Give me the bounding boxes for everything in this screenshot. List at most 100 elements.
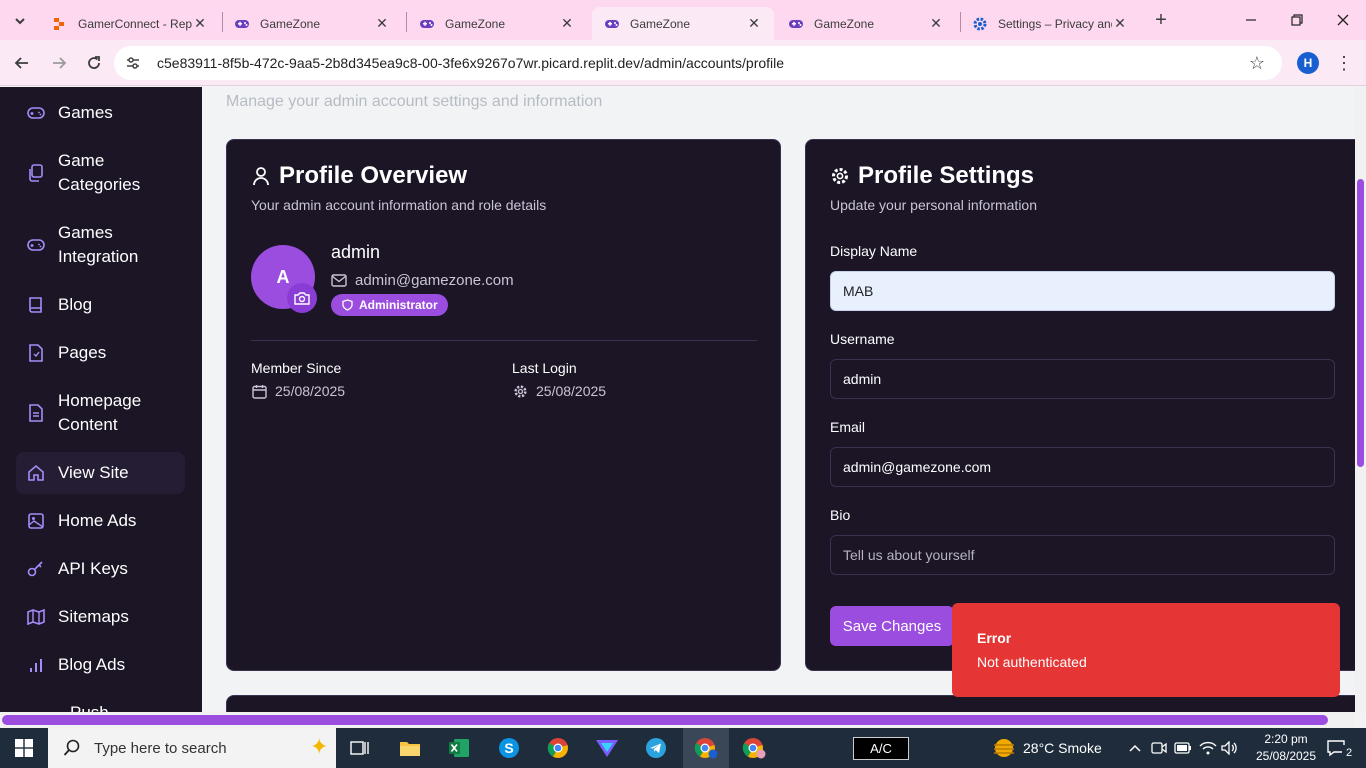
sidebar-item-blog-ads[interactable]: Blog Ads [16,653,185,677]
sidebar-item-blog[interactable]: Blog [16,293,185,317]
sidebar-item-label: Blog Ads [58,655,126,674]
clock-date: 25/08/2025 [1255,749,1317,763]
address-bar[interactable]: c5e83911-8f5b-472c-9aa5-2b8d345ea9c8-00-… [114,46,1282,80]
close-tab-icon[interactable]: ✕ [746,15,762,32]
copy-icon [26,163,46,183]
meet-now-icon[interactable] [1149,738,1169,758]
battery-icon[interactable] [1173,738,1193,758]
save-changes-button[interactable]: Save Changes [830,606,954,646]
close-tab-icon[interactable]: ✕ [559,15,575,32]
last-login-text: 25/08/2025 [536,383,607,399]
role-badge-text: Administrator [359,298,438,312]
tab-title: GameZone [630,16,691,31]
new-tab-button[interactable]: + [1150,9,1172,31]
wifi-icon[interactable] [1198,738,1218,758]
browser-menu-icon[interactable]: ⋮ [1332,50,1356,76]
forward-button[interactable] [44,48,74,78]
browser-tab-5[interactable]: GameZone ✕ [776,7,956,40]
tab-title: GameZone [445,16,506,31]
book-icon [26,295,46,315]
minimize-button[interactable] [1228,0,1274,40]
bar-chart-icon [26,655,46,675]
chrome-icon[interactable] [538,732,578,764]
change-avatar-button[interactable] [287,283,317,313]
user-icon [251,166,271,186]
email-field[interactable]: admin@gamezone.com [830,447,1335,487]
restore-button[interactable] [1274,0,1320,40]
browser-tab-1[interactable]: GamerConnect - Repl ✕ [40,7,220,40]
card-title-text: Profile Overview [279,162,468,189]
profile-avatar[interactable]: H [1297,52,1319,74]
vertical-scrollbar[interactable] [1355,87,1366,712]
gamepad-icon [788,16,804,32]
vertical-scrollbar-thumb[interactable] [1357,179,1364,467]
sidebar-item-homepage-content[interactable]: Homepage Content [16,389,185,437]
sidebar-item-games-integration[interactable]: Games Integration [16,221,185,269]
tab-title: Settings – Privacy and [998,16,1112,31]
sidebar-item-label: Games Integration [58,223,139,266]
error-toast[interactable]: Error Not authenticated [952,603,1340,697]
bio-field[interactable]: Tell us about yourself [830,535,1335,575]
excel-icon[interactable] [439,732,479,764]
sidebar-item-push[interactable]: Push [16,701,185,712]
browser-tab-4-active[interactable]: GameZone ✕ [592,7,774,40]
sparkle-icon: ✦ [310,734,329,759]
notification-count: 2 [1342,745,1356,761]
username-label: Username [830,331,895,347]
sidebar-item-home-ads[interactable]: Home Ads [16,509,185,533]
bio-label: Bio [830,507,851,523]
close-tab-icon[interactable]: ✕ [192,15,208,32]
telegram-icon[interactable] [636,732,676,764]
toast-message: Not authenticated [977,654,1087,670]
page-subtitle: Manage your admin account settings and i… [226,93,603,110]
skype-icon[interactable]: S [489,732,529,764]
image-icon [26,511,46,531]
horizontal-scrollbar[interactable] [0,712,1355,728]
browser-tab-2[interactable]: GameZone ✕ [222,7,402,40]
site-info-icon[interactable] [124,54,142,72]
close-icon [1337,14,1349,26]
search-placeholder: Type here to search [94,739,227,757]
sidebar-item-games[interactable]: Games [16,101,185,125]
sidebar-item-api-keys[interactable]: API Keys [16,557,185,581]
reload-button[interactable] [79,48,109,78]
last-login-value: 25/08/2025 [512,383,606,399]
sidebar-item-game-categories[interactable]: Game Categories [16,149,185,197]
close-tab-icon[interactable]: ✕ [928,15,944,32]
taskbar-search-box[interactable]: Type here to search ✦ [48,728,336,768]
sidebar-item-sitemaps[interactable]: Sitemaps [16,605,185,629]
sidebar-item-label: Homepage Content [58,391,142,434]
sidebar-item-view-site[interactable]: View Site [16,452,185,494]
admin-sidebar: Games Game Categories Games Integration … [0,87,202,712]
task-view-icon[interactable] [340,732,380,764]
volume-icon[interactable] [1220,738,1240,758]
weather-icon [991,736,1017,760]
last-login-label: Last Login [512,360,577,376]
bookmark-star-icon[interactable]: ☆ [1246,52,1268,74]
ac-badge[interactable]: A/C [853,737,909,760]
browser-tab-6[interactable]: Settings – Privacy and ✕ [960,7,1140,40]
sidebar-item-pages[interactable]: Pages [16,341,185,365]
horizontal-scrollbar-thumb[interactable] [2,715,1328,725]
chrome-profile-icon[interactable] [686,732,726,764]
browser-tab-3[interactable]: GameZone ✕ [407,7,587,40]
sidebar-item-label: Push [58,701,109,712]
taskbar-clock[interactable]: 2:20 pm 25/08/2025 [1254,731,1318,765]
weather-text[interactable]: 28°C Smoke [1023,740,1102,756]
username-field[interactable]: admin [830,359,1335,399]
close-tab-icon[interactable]: ✕ [374,15,390,32]
show-hidden-icons-icon[interactable] [1125,738,1145,758]
reload-icon [88,56,100,69]
sidebar-item-label: Home Ads [58,511,137,530]
member-since-label: Member Since [251,360,342,376]
start-button[interactable] [4,732,44,764]
close-tab-icon[interactable]: ✕ [1112,15,1128,32]
vpn-app-icon[interactable] [587,732,627,764]
back-button[interactable] [7,48,37,78]
close-window-button[interactable] [1320,0,1366,40]
file-explorer-icon[interactable] [390,732,430,764]
chrome-profile-icon-2[interactable] [734,732,774,764]
tab-search-button[interactable] [6,8,34,34]
display-name-field[interactable]: MAB [830,271,1335,311]
email-label: Email [830,419,866,435]
